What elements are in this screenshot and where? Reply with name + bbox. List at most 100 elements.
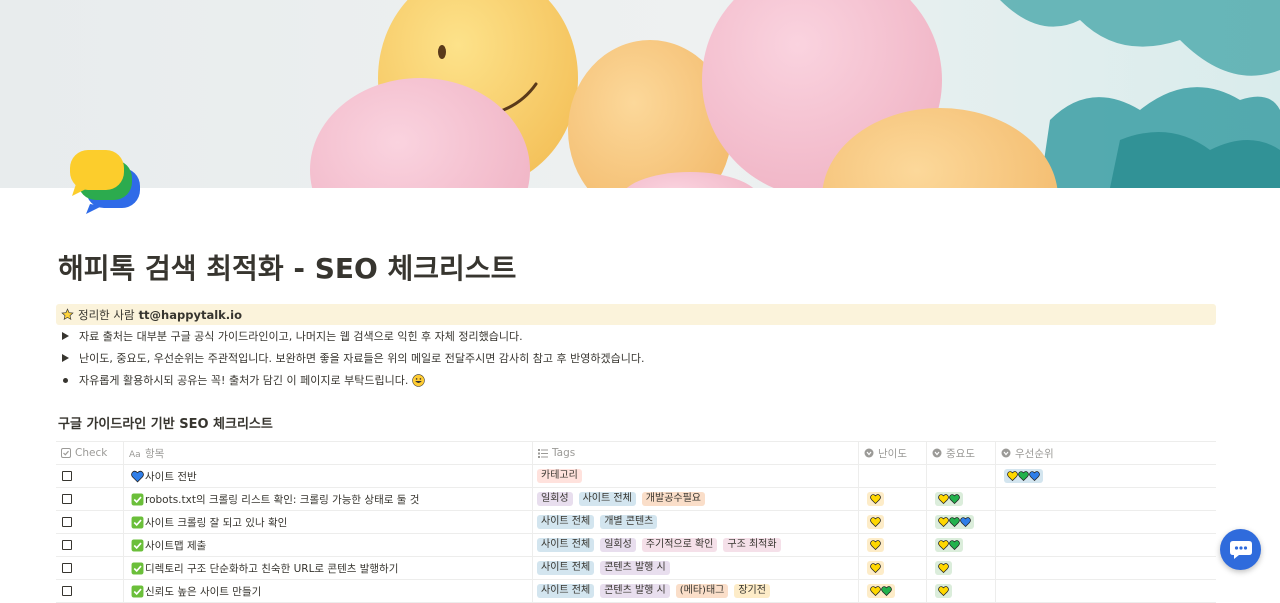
chat-bubbles-icon [66,146,144,216]
row-checkbox[interactable] [62,540,72,550]
tag-chip: 카테고리 [537,469,582,483]
select-property-icon [1001,448,1011,458]
toggle-triangle-icon[interactable] [62,354,69,362]
importance-cell[interactable] [927,511,996,533]
yellow-heart-icon [938,540,949,550]
column-label: 난이도 [878,447,907,460]
check-mark-icon [131,516,144,528]
tags-cell[interactable]: 사이트 전체 콘텐츠 발행 시 [533,557,859,579]
yellow-heart-icon [870,563,881,573]
grinning-face-icon [412,373,426,387]
importance-cell[interactable] [927,557,996,579]
difficulty-cell[interactable] [859,511,927,533]
table-row[interactable]: 사이트맵 제출 사이트 전체 일회성 주기적으로 확인 구조 최적화 [56,534,1216,557]
importance-cell[interactable] [927,465,996,487]
table-row[interactable]: 사이트 전반 카테고리 [56,465,1216,488]
tag-chip: 사이트 전체 [537,584,595,598]
yellow-heart-icon [870,586,881,596]
check-mark-icon [131,493,144,505]
check-cell[interactable] [56,534,124,556]
name-cell[interactable]: 사이트맵 제출 [124,534,533,556]
rating-hearts [867,584,895,598]
tag-chip: 일회성 [537,492,573,506]
bullet-dot [63,377,68,383]
difficulty-cell[interactable] [859,534,927,556]
toggle-text: 난이도, 중요도, 우선순위는 주관적입니다. 보완하면 좋을 자료들은 위의 … [79,352,645,365]
difficulty-cell[interactable] [859,465,927,487]
cover-image [0,0,1280,188]
table-row[interactable]: 디렉토리 구조 단순화하고 친숙한 URL로 콘텐츠 발행하기 사이트 전체 콘텐츠… [56,557,1216,580]
yellow-heart-icon [938,586,949,596]
row-checkbox[interactable] [62,517,72,527]
check-cell[interactable] [56,465,124,487]
tags-cell[interactable]: 사이트 전체 개별 콘텐츠 [533,511,859,533]
difficulty-cell[interactable] [859,557,927,579]
row-checkbox[interactable] [62,494,72,504]
row-title: 신뢰도 높은 사이트 만들기 [145,585,262,598]
column-header-name[interactable]: Aa 항목 [124,442,533,464]
select-property-icon [864,448,874,458]
chat-button[interactable] [1220,529,1261,570]
rating-hearts [867,492,884,506]
tag-chip: 콘텐츠 발행 시 [600,584,670,598]
column-header-importance[interactable]: 중요도 [927,442,996,464]
tag-chip: 콘텐츠 발행 시 [600,561,670,575]
callout-label: 정리한 사람 [78,307,135,322]
tags-cell[interactable]: 일회성 사이트 전체 개발공수필요 [533,488,859,510]
database-title[interactable]: 구글 가이드라인 기반 SEO 체크리스트 [58,416,273,434]
check-mark-icon [131,562,144,574]
row-checkbox[interactable] [62,563,72,573]
toggle-source-note[interactable]: 자료 출처는 대부분 구글 공식 가이드라인이고, 나머지는 웹 검색으로 익힌… [58,328,523,344]
check-cell[interactable] [56,511,124,533]
name-cell[interactable]: 디렉토리 구조 단순화하고 친숙한 URL로 콘텐츠 발행하기 [124,557,533,579]
tags-cell[interactable]: 사이트 전체 일회성 주기적으로 확인 구조 최적화 [533,534,859,556]
column-label: 우선순위 [1015,447,1054,460]
select-property-icon [932,448,942,458]
difficulty-cell[interactable] [859,488,927,510]
row-checkbox[interactable] [62,586,72,596]
yellow-heart-icon [1007,471,1018,481]
table-row[interactable]: 신뢰도 높은 사이트 만들기 사이트 전체 콘텐츠 발행 시 (메타)태그 장기전 [56,580,1216,603]
table-row[interactable]: robots.txt의 크롤링 리스트 확인: 크롤링 가능한 상태로 둘 것 일… [56,488,1216,511]
callout: 정리한 사람 tt@happytalk.io [56,304,1216,325]
column-header-check[interactable]: Check [56,442,124,464]
column-header-tags[interactable]: Tags [533,442,859,464]
check-cell[interactable] [56,557,124,579]
tag-chip: 장기전 [734,584,770,598]
importance-cell[interactable] [927,534,996,556]
yellow-heart-icon [870,540,881,550]
priority-cell[interactable] [996,488,1216,510]
priority-cell[interactable] [996,557,1216,579]
table-row[interactable]: 사이트 크롤링 잘 되고 있나 확인 사이트 전체 개별 콘텐츠 [56,511,1216,534]
blue-heart-icon [1029,471,1040,481]
toggle-triangle-icon[interactable] [62,332,69,340]
column-header-difficulty[interactable]: 난이도 [859,442,927,464]
name-cell[interactable]: 사이트 크롤링 잘 되고 있나 확인 [124,511,533,533]
rating-hearts [935,561,952,575]
toggle-rating-note[interactable]: 난이도, 중요도, 우선순위는 주관적입니다. 보완하면 좋을 자료들은 위의 … [58,350,644,366]
name-cell[interactable]: 사이트 전반 [124,465,533,487]
yellow-heart-icon [938,517,949,527]
svg-text:Aa: Aa [129,450,141,458]
rating-hearts [935,492,963,506]
tag-chip: 사이트 전체 [537,538,595,552]
name-cell[interactable]: robots.txt의 크롤링 리스트 확인: 크롤링 가능한 상태로 둘 것 [124,488,533,510]
priority-cell[interactable] [996,534,1216,556]
rating-hearts [935,538,963,552]
row-title: robots.txt의 크롤링 리스트 확인: 크롤링 가능한 상태로 둘 것 [145,493,420,506]
check-mark-icon [131,585,144,597]
priority-cell[interactable] [996,511,1216,533]
tags-cell[interactable]: 카테고리 [533,465,859,487]
row-title: 디렉토리 구조 단순화하고 친숙한 URL로 콘텐츠 발행하기 [145,562,399,575]
row-title: 사이트맵 제출 [145,539,207,552]
priority-cell[interactable] [996,465,1216,487]
table-header: Check Aa 항목 Tags 난이도 중요도 우선순위 [56,441,1216,465]
check-cell[interactable] [56,488,124,510]
importance-cell[interactable] [927,488,996,510]
tag-chip: 사이트 전체 [537,515,595,529]
rating-hearts [935,515,974,529]
list-property-icon [538,448,548,458]
column-header-priority[interactable]: 우선순위 [996,442,1216,464]
row-title: 사이트 전반 [145,470,197,483]
row-checkbox[interactable] [62,471,72,481]
